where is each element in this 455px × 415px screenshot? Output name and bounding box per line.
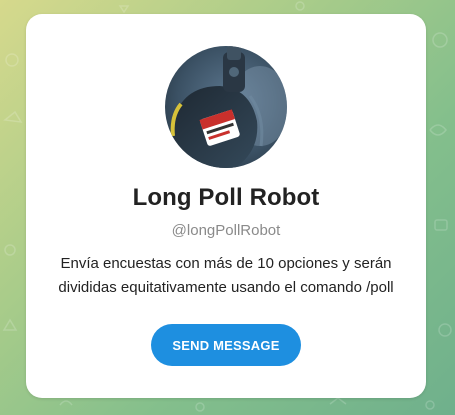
bot-name: Long Poll Robot [132, 184, 320, 211]
bot-description: Envía encuestas con más de 10 opciones y… [58, 255, 394, 296]
bot-avatar [165, 46, 287, 168]
bot-info-card: Long Poll Robot @longPollRobot Envía enc… [26, 14, 426, 398]
bot-username: @longPollRobot [171, 222, 281, 239]
bot-avatar-photo-icon [165, 46, 287, 168]
send-message-button[interactable]: SEND MESSAGE [151, 324, 301, 366]
